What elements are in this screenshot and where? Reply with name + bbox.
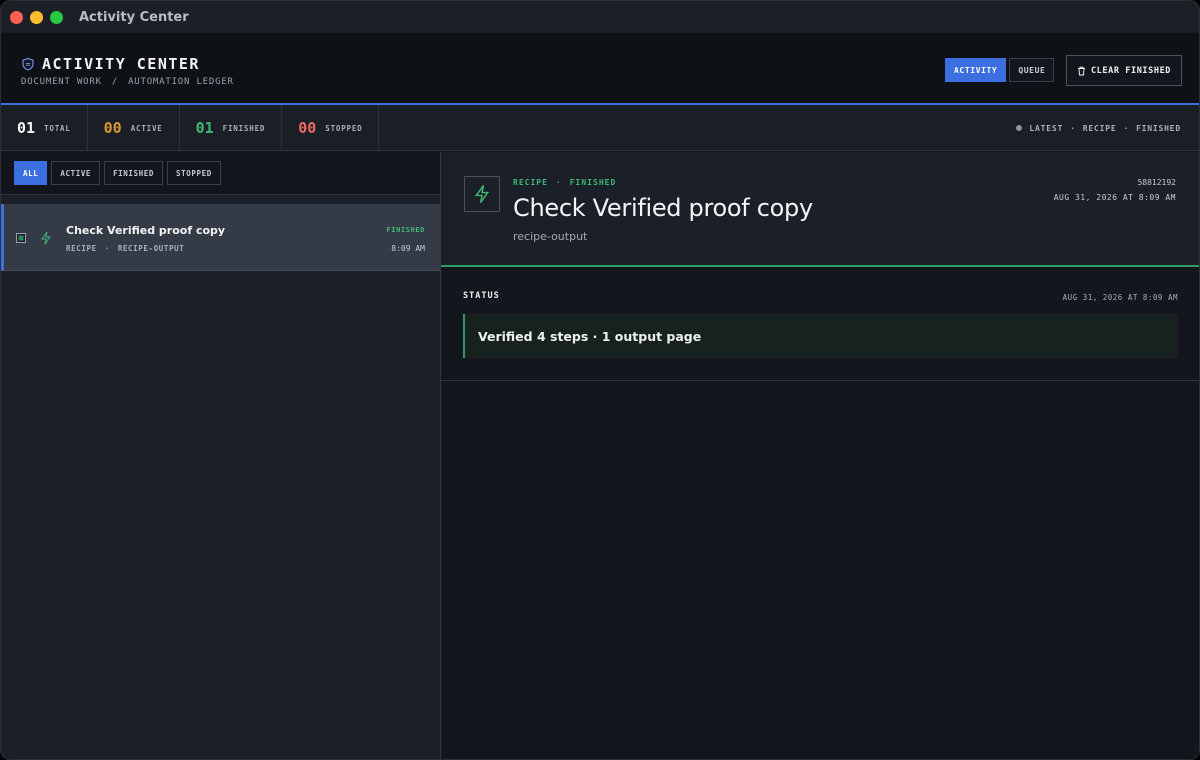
detail-type: RECIPE: [513, 178, 548, 187]
list-item-meta: RECIPE · RECIPE-OUTPUT: [66, 244, 184, 253]
detail-kicker: RECIPE · FINISHED: [513, 178, 616, 187]
row-checkbox[interactable]: [16, 233, 26, 243]
status-dot-icon: [1016, 125, 1023, 131]
latest-indicator: LATEST · RECIPE · FINISHED: [1016, 105, 1181, 151]
list-item-separator: ·: [104, 244, 110, 253]
stat-active-label: ACTIVE: [130, 123, 163, 133]
stat-total: 01 TOTAL: [1, 105, 88, 151]
filter-active[interactable]: ACTIVE: [51, 161, 101, 185]
title-bar: Activity Center: [1, 1, 1199, 33]
main-panes: ALL ACTIVE FINISHED STOPPED Check Verifi…: [1, 152, 1199, 759]
stat-total-label: TOTAL: [44, 123, 71, 133]
stat-finished-label: FINISHED: [222, 123, 266, 133]
clear-finished-button[interactable]: CLEAR FINISHED: [1066, 55, 1182, 86]
tab-activity[interactable]: ACTIVITY: [945, 58, 1007, 82]
bolt-icon: [41, 231, 51, 245]
status-heading: STATUS: [463, 291, 500, 301]
filter-stopped[interactable]: STOPPED: [167, 161, 221, 185]
stat-stopped-value: 00: [298, 119, 317, 137]
list-item-source: RECIPE-OUTPUT: [117, 244, 185, 253]
stat-stopped: 00 STOPPED: [282, 105, 380, 151]
stat-active: 00 ACTIVE: [88, 105, 180, 151]
filter-bar: ALL ACTIVE FINISHED STOPPED: [1, 152, 440, 195]
detail-separator: ·: [555, 178, 562, 187]
stat-finished-value: 01: [195, 119, 214, 137]
list-item-time: 8:09 AM: [391, 244, 425, 253]
app-title-row: ACTIVITY CENTER: [21, 55, 200, 73]
status-message: Verified 4 steps · 1 output page: [463, 314, 1178, 358]
detail-status: FINISHED: [569, 178, 617, 187]
status-date: AUG 31, 2026 AT 8:09 AM: [1062, 293, 1178, 302]
view-toggle: ACTIVITY QUEUE: [945, 58, 1055, 82]
detail-id: 58812192: [1137, 178, 1176, 187]
latest-type: RECIPE: [1082, 123, 1117, 133]
breadcrumb: DOCUMENT WORK / AUTOMATION LEDGER: [21, 77, 234, 87]
breadcrumb-separator: /: [111, 77, 119, 87]
activity-list-pane: ALL ACTIVE FINISHED STOPPED Check Verifi…: [1, 152, 441, 759]
close-window-button[interactable]: [10, 10, 23, 24]
detail-subtitle: recipe-output: [513, 230, 588, 243]
stat-stopped-label: STOPPED: [325, 123, 363, 133]
latest-separator: ·: [1070, 123, 1076, 133]
detail-title: Check Verified proof copy: [513, 194, 813, 222]
stat-finished: 01 FINISHED: [180, 105, 283, 151]
app-window: Activity Center ACTIVITY CENTER DOCUMENT…: [0, 0, 1200, 760]
minimize-window-button[interactable]: [30, 10, 43, 24]
stat-active-value: 00: [103, 119, 122, 137]
tab-queue[interactable]: QUEUE: [1009, 58, 1055, 82]
list-item-title: Check Verified proof copy: [66, 224, 226, 237]
trash-icon: [1077, 66, 1085, 75]
stat-total-value: 01: [17, 119, 36, 137]
breadcrumb-item-document-work[interactable]: DOCUMENT WORK: [21, 77, 102, 87]
detail-pane: RECIPE · FINISHED Check Verified proof c…: [441, 152, 1199, 759]
status-badge: FINISHED: [386, 226, 425, 234]
stats-bar: 01 TOTAL 00 ACTIVE 01 FINISHED 00 STOPPE…: [1, 105, 1199, 151]
page-title: ACTIVITY CENTER: [42, 55, 200, 73]
detail-header: RECIPE · FINISHED Check Verified proof c…: [441, 152, 1199, 267]
list-item[interactable]: Check Verified proof copy RECIPE · RECIP…: [1, 204, 440, 271]
filter-all[interactable]: ALL: [14, 161, 48, 185]
app-header: ACTIVITY CENTER DOCUMENT WORK / AUTOMATI…: [1, 33, 1199, 105]
zoom-window-button[interactable]: [50, 10, 63, 24]
detail-date: AUG 31, 2026 AT 8:09 AM: [1053, 193, 1176, 202]
bolt-icon: [474, 185, 490, 203]
latest-separator: ·: [1123, 123, 1130, 133]
filter-finished[interactable]: FINISHED: [104, 161, 163, 185]
status-section: STATUS AUG 31, 2026 AT 8:09 AM Verified …: [441, 267, 1199, 381]
latest-label: LATEST: [1029, 123, 1064, 133]
window-title: Activity Center: [79, 9, 189, 25]
latest-status: FINISHED: [1136, 123, 1181, 133]
breadcrumb-item-automation-ledger: AUTOMATION LEDGER: [128, 77, 234, 87]
list-item-type: RECIPE: [66, 244, 97, 253]
detail-icon-box: [464, 176, 500, 212]
clear-finished-label: CLEAR FINISHED: [1090, 65, 1172, 76]
shield-icon: [22, 57, 34, 71]
